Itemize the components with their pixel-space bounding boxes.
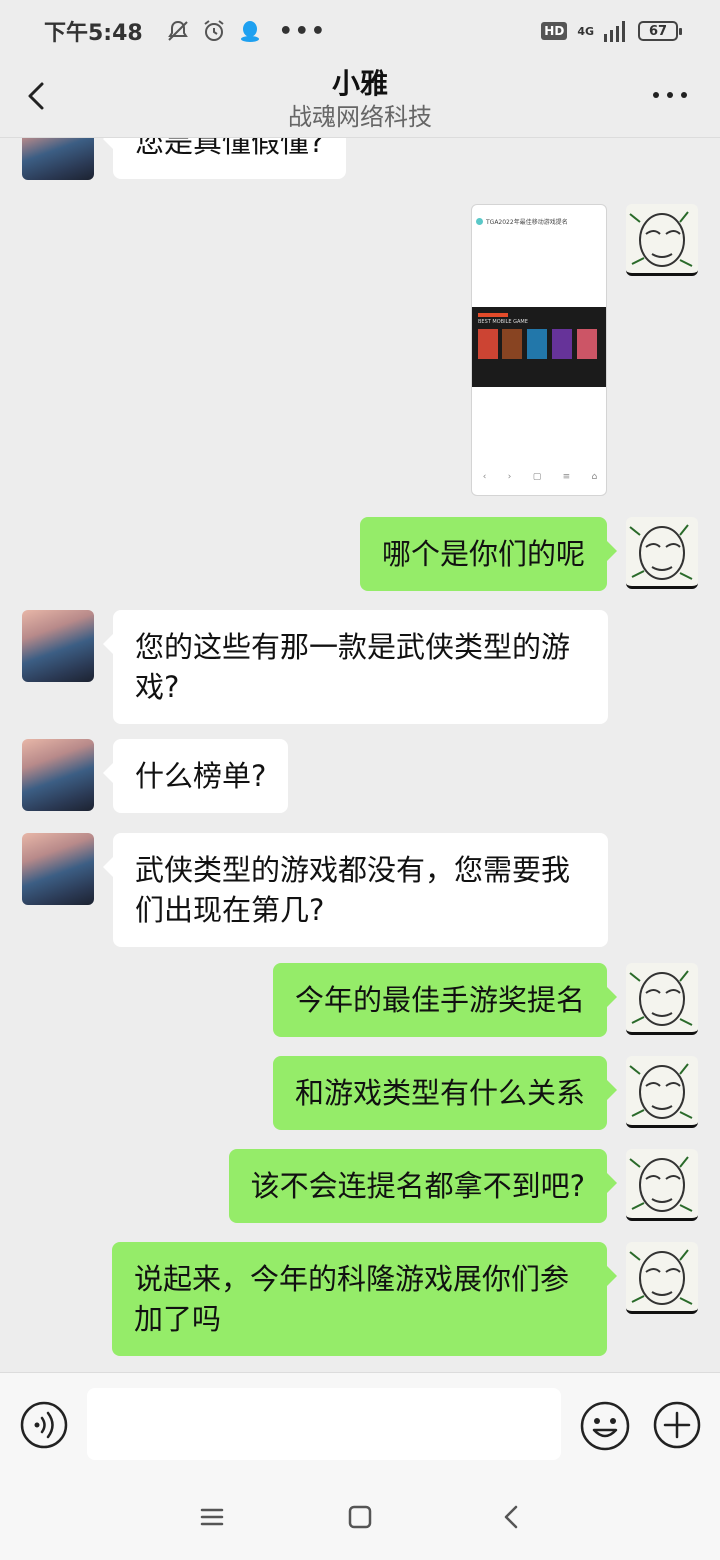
nav-back-icon: ‹ bbox=[482, 472, 487, 482]
message-row-outgoing: TGA2022年最佳移动游戏提名 BEST MOBILE GAME ‹ › ▢ … bbox=[0, 138, 720, 498]
message-row-outgoing: 今年的最佳手游奖提名 bbox=[0, 963, 720, 1043]
game-card bbox=[502, 329, 522, 359]
message-bubble[interactable]: 什么榜单? bbox=[102, 739, 289, 813]
signal-icon bbox=[604, 21, 625, 42]
sketch-face-icon bbox=[629, 1249, 693, 1305]
input-bar bbox=[0, 1372, 720, 1472]
message-bubble[interactable]: 您的这些有那一款是武侠类型的游戏? bbox=[103, 610, 608, 724]
image-nav-bar: ‹ › ▢ ≡ ⌂ bbox=[472, 459, 606, 495]
message-row-incoming: 您的这些有那一款是武侠类型的游戏? bbox=[0, 610, 720, 724]
game-card bbox=[478, 329, 498, 359]
game-card bbox=[527, 329, 547, 359]
home-button[interactable] bbox=[345, 1502, 375, 1532]
recent-apps-button[interactable] bbox=[197, 1502, 227, 1532]
site-icon bbox=[476, 217, 483, 225]
chat-title: 小雅 bbox=[331, 66, 388, 100]
image-url-bar: TGA2022年最佳移动游戏提名 bbox=[476, 213, 604, 229]
status-bar: 下午5:48 ••• HD 4G 67 bbox=[0, 0, 720, 62]
banner-accent bbox=[478, 313, 508, 317]
message-bubble[interactable]: 武侠类型的游戏都没有，您需要我们出现在第几? bbox=[103, 833, 608, 947]
nav-home-icon: ⌂ bbox=[591, 472, 598, 482]
image-message[interactable]: TGA2022年最佳移动游戏提名 BEST MOBILE GAME ‹ › ▢ … bbox=[471, 204, 607, 496]
my-avatar[interactable] bbox=[626, 963, 698, 1035]
contact-avatar[interactable] bbox=[22, 739, 94, 811]
my-avatar[interactable] bbox=[626, 204, 698, 276]
back-button[interactable] bbox=[20, 78, 56, 114]
chat-messages[interactable]: 您是真懂假懂? TGA2022年最佳移动游戏提名 BEST MOBILE GAM… bbox=[0, 138, 720, 1372]
battery-level: 67 bbox=[648, 23, 668, 39]
sketch-face-icon bbox=[629, 1063, 693, 1119]
message-bubble[interactable]: 和游戏类型有什么关系 bbox=[272, 1056, 618, 1130]
chat-header: 小雅 战魂网络科技 bbox=[0, 62, 720, 138]
sketch-face-icon bbox=[629, 524, 693, 580]
message-bubble[interactable]: 说起来，今年的科隆游戏展你们参加了吗 bbox=[112, 1242, 617, 1356]
chat-subtitle: 战魂网络科技 bbox=[288, 102, 432, 131]
contact-avatar[interactable] bbox=[22, 833, 94, 905]
contact-avatar[interactable] bbox=[22, 610, 94, 682]
more-notifications-icon: ••• bbox=[278, 18, 327, 44]
nav-forward-icon: › bbox=[507, 472, 512, 482]
qq-icon bbox=[240, 21, 259, 42]
game-card bbox=[552, 329, 572, 359]
mute-bell-icon bbox=[167, 20, 188, 41]
alarm-icon bbox=[204, 20, 224, 41]
message-input[interactable] bbox=[87, 1388, 561, 1460]
status-time: 下午5:48 bbox=[44, 21, 143, 46]
voice-button[interactable] bbox=[19, 1400, 69, 1450]
message-row-incoming: 武侠类型的游戏都没有，您需要我们出现在第几? bbox=[0, 833, 720, 947]
image-banner: BEST MOBILE GAME bbox=[472, 307, 606, 387]
plus-button[interactable] bbox=[652, 1400, 702, 1450]
nav-tabs-icon: ▢ bbox=[532, 472, 542, 482]
system-back-button[interactable] bbox=[497, 1502, 527, 1532]
banner-title: BEST MOBILE GAME bbox=[478, 319, 528, 325]
message-bubble[interactable]: 该不会连提名都拿不到吧? bbox=[228, 1149, 618, 1223]
my-avatar[interactable] bbox=[626, 1149, 698, 1221]
hd-badge: HD bbox=[541, 22, 568, 40]
message-row-outgoing: 说起来，今年的科隆游戏展你们参加了吗 bbox=[0, 1242, 720, 1356]
sketch-face-icon bbox=[629, 211, 693, 267]
system-nav-bar bbox=[0, 1472, 720, 1560]
more-button[interactable] bbox=[650, 80, 690, 110]
status-right: HD 4G 67 bbox=[541, 20, 682, 42]
message-row-outgoing: 该不会连提名都拿不到吧? bbox=[0, 1149, 720, 1229]
image-caption: TGA2022年最佳移动游戏提名 bbox=[486, 218, 568, 226]
message-bubble[interactable]: 今年的最佳手游奖提名 bbox=[272, 963, 618, 1037]
sketch-face-icon bbox=[629, 1156, 693, 1212]
network-type: 4G bbox=[577, 24, 594, 38]
game-card bbox=[577, 329, 597, 359]
sketch-face-icon bbox=[629, 970, 693, 1026]
message-row-outgoing: 和游戏类型有什么关系 bbox=[0, 1056, 720, 1136]
message-row-outgoing: 哪个是你们的呢 bbox=[0, 517, 720, 597]
my-avatar[interactable] bbox=[626, 517, 698, 589]
message-row-incoming: 什么榜单? bbox=[0, 739, 720, 819]
nav-menu-icon: ≡ bbox=[562, 472, 571, 482]
battery-icon: 67 bbox=[638, 21, 682, 41]
my-avatar[interactable] bbox=[626, 1056, 698, 1128]
emoji-button[interactable] bbox=[579, 1400, 631, 1452]
my-avatar[interactable] bbox=[626, 1242, 698, 1314]
message-bubble[interactable]: 哪个是你们的呢 bbox=[359, 517, 618, 591]
